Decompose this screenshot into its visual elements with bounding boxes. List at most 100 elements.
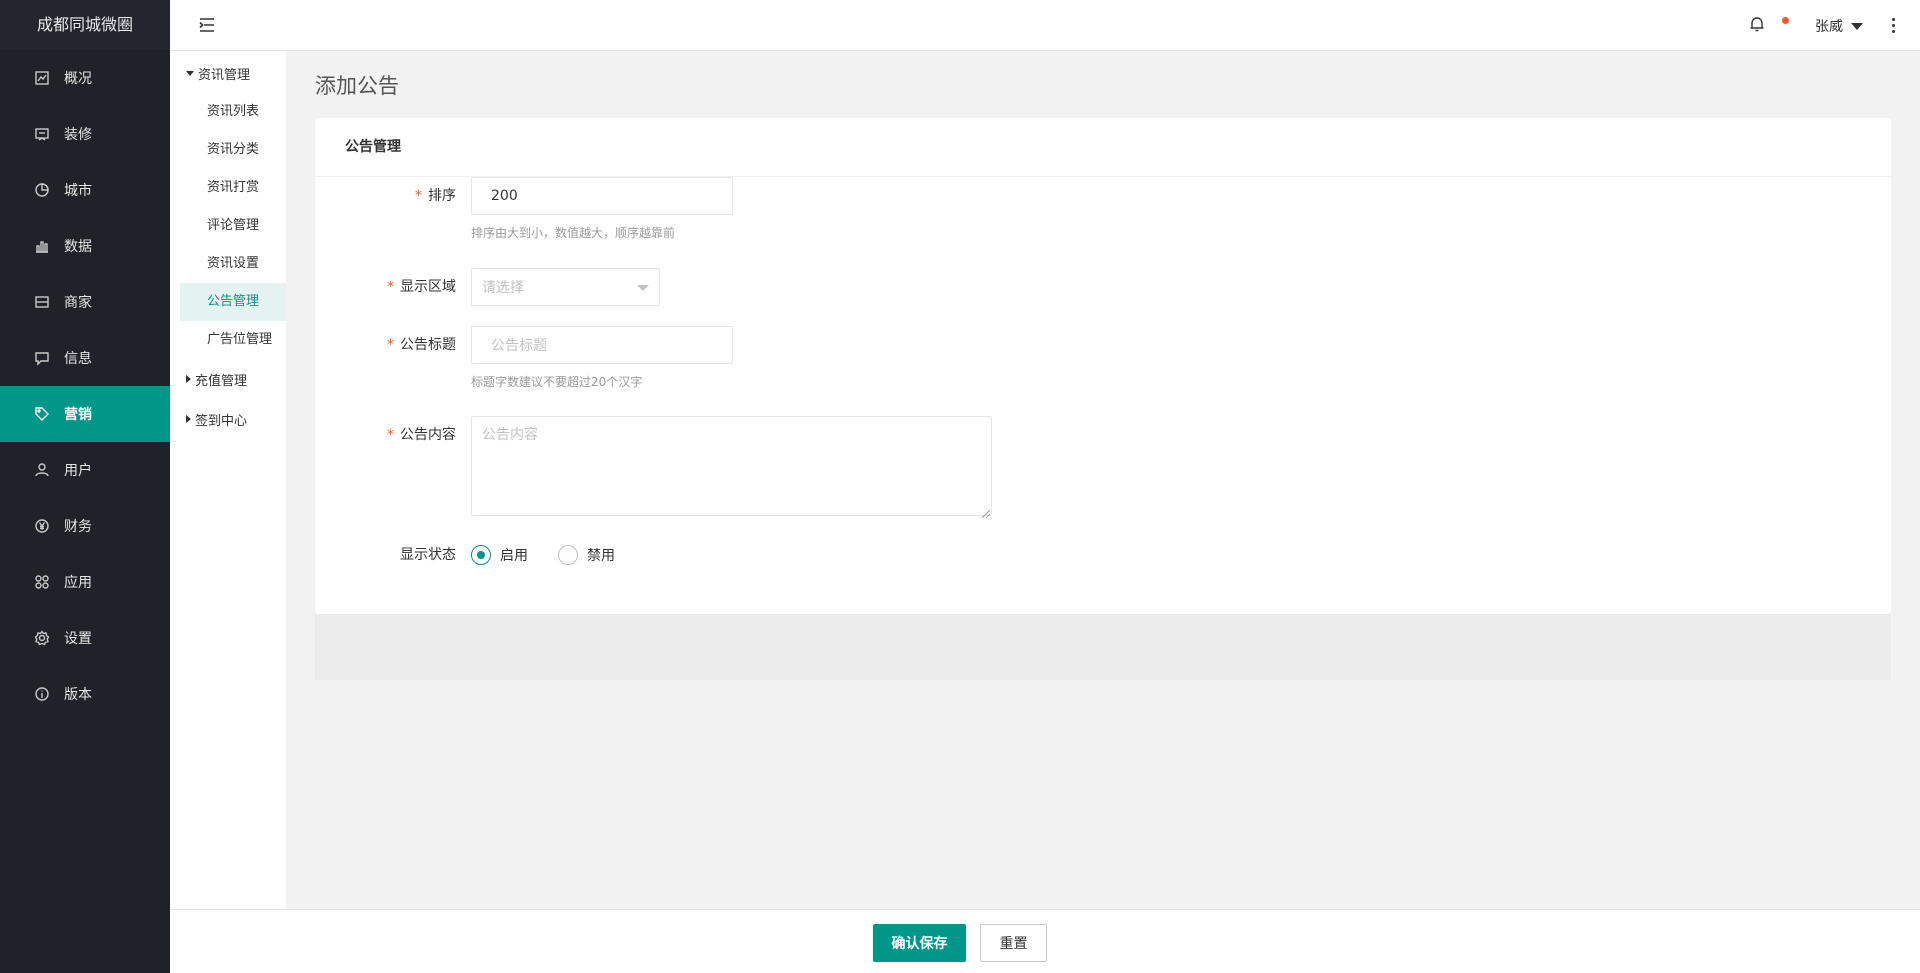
- subnav-item-ad-slots[interactable]: 广告位管理: [180, 321, 286, 359]
- status-radio-enabled[interactable]: 启用: [471, 545, 528, 565]
- title-hint: 标题字数建议不要超过20个汉字: [471, 375, 643, 389]
- subnav-item-news-list[interactable]: 资讯列表: [180, 93, 286, 131]
- required-mark: *: [387, 337, 394, 353]
- main-sidebar: 成都同城微圈 概况 装修 城市 数据 商家 信息 营销 用户 财务 应用 设置 …: [0, 0, 170, 973]
- yen-icon: [34, 518, 50, 534]
- status-row: 显示状态 启用 禁用: [315, 536, 645, 574]
- sidebar-item-label: 用户: [64, 463, 92, 479]
- caret-down-icon: [186, 70, 194, 76]
- apps-icon: [34, 574, 50, 590]
- page-title: 添加公告: [315, 74, 399, 98]
- content-band: [315, 614, 1891, 680]
- user-menu[interactable]: 张威: [1815, 16, 1863, 36]
- more-vertical-icon[interactable]: [1887, 15, 1899, 35]
- overview-icon: [34, 70, 50, 86]
- sidebar-item-label: 概况: [64, 71, 92, 87]
- subnav-item-news-category[interactable]: 资讯分类: [180, 131, 286, 169]
- notification-dot: [1782, 17, 1789, 24]
- caret-right-icon: [186, 375, 191, 383]
- chevron-down-icon: [637, 285, 649, 291]
- sidebar-item-apps[interactable]: 应用: [0, 554, 170, 610]
- sidebar-item-label: 版本: [64, 687, 92, 703]
- sidebar-item-user[interactable]: 用户: [0, 442, 170, 498]
- area-select[interactable]: 请选择: [471, 268, 660, 306]
- save-button[interactable]: 确认保存: [873, 924, 966, 962]
- subnav-group-recharge[interactable]: 充值管理: [170, 359, 286, 399]
- radio-label: 禁用: [587, 548, 615, 564]
- sidebar-item-label: 营销: [64, 407, 92, 423]
- title-input[interactable]: 公告标题: [471, 326, 733, 364]
- subnav-item-news-settings[interactable]: 资讯设置: [180, 245, 286, 283]
- title-row: * 公告标题 公告标题 标题字数建议不要超过20个汉字: [315, 326, 733, 390]
- content-row: * 公告内容 公告内容: [315, 416, 992, 519]
- menu-toggle-icon[interactable]: [198, 16, 216, 34]
- sort-label: * 排序: [415, 188, 456, 204]
- gear-icon: [34, 630, 50, 646]
- sidebar-item-label: 商家: [64, 295, 92, 311]
- info-icon: [34, 686, 50, 702]
- content-placeholder: 公告内容: [482, 427, 538, 443]
- radio-checked-icon: [471, 545, 491, 565]
- subnav-group-checkin[interactable]: 签到中心: [170, 399, 286, 439]
- sort-input[interactable]: 200: [471, 177, 733, 215]
- status-radio-disabled[interactable]: 禁用: [558, 545, 615, 565]
- area-select-placeholder: 请选择: [482, 280, 524, 296]
- sidebar-item-label: 城市: [64, 183, 92, 199]
- required-mark: *: [415, 188, 422, 204]
- area-label: * 显示区域: [387, 279, 456, 295]
- footer-bar: 确认保存 重置: [170, 909, 1920, 973]
- radio-unchecked-icon: [558, 545, 578, 565]
- caret-right-icon: [186, 415, 191, 423]
- subnav-item-announcements[interactable]: 公告管理: [180, 283, 286, 321]
- store-icon: [34, 294, 50, 310]
- form-card: 公告管理 * 排序 200 排序由大到小，数值越大，顺序越靠前 * 显示区域 请选择…: [315, 118, 1891, 614]
- subnav-group-label: 签到中心: [195, 413, 248, 429]
- sidebar-item-label: 设置: [64, 631, 92, 647]
- bell-icon[interactable]: [1748, 15, 1768, 35]
- content-textarea[interactable]: 公告内容: [471, 416, 992, 519]
- app-brand: 成都同城微圈: [0, 0, 170, 50]
- sidebar-item-decorate[interactable]: 装修: [0, 106, 170, 162]
- city-icon: [34, 182, 50, 198]
- subnav-item-news-reward[interactable]: 资讯打赏: [180, 169, 286, 207]
- sidebar-item-overview[interactable]: 概况: [0, 50, 170, 106]
- sidebar-item-label: 数据: [64, 239, 92, 255]
- subnav-item-comments[interactable]: 评论管理: [180, 207, 286, 245]
- resize-handle-icon[interactable]: [981, 506, 991, 519]
- required-mark: *: [387, 279, 394, 295]
- sidebar-item-label: 财务: [64, 519, 92, 535]
- sidebar-item-label: 装修: [64, 127, 92, 143]
- caret-down-icon: [1851, 22, 1863, 30]
- sidebar-item-settings[interactable]: 设置: [0, 610, 170, 666]
- sort-row: * 排序 200 排序由大到小，数值越大，顺序越靠前: [315, 177, 733, 241]
- user-name: 张威: [1815, 19, 1843, 35]
- chart-icon: [34, 238, 50, 254]
- sidebar-item-city[interactable]: 城市: [0, 162, 170, 218]
- reset-button[interactable]: 重置: [980, 924, 1047, 962]
- required-mark: *: [387, 427, 394, 443]
- subnav-group-label: 充值管理: [195, 373, 248, 389]
- status-label: 显示状态: [400, 547, 456, 563]
- sidebar-item-label: 信息: [64, 351, 92, 367]
- top-header: 张威: [170, 0, 1920, 51]
- subnav-group-news[interactable]: 资讯管理: [170, 53, 286, 93]
- card-title: 公告管理: [315, 118, 1891, 177]
- sidebar-item-data[interactable]: 数据: [0, 218, 170, 274]
- decorate-icon: [34, 126, 50, 142]
- subnav-group-label: 资讯管理: [198, 67, 251, 83]
- sidebar-item-label: 应用: [64, 575, 92, 591]
- content-label: * 公告内容: [387, 427, 456, 443]
- message-icon: [34, 350, 50, 366]
- sidebar-item-message[interactable]: 信息: [0, 330, 170, 386]
- secondary-nav: 资讯管理 资讯列表 资讯分类 资讯打赏 评论管理 资讯设置 公告管理 广告位管理…: [170, 51, 286, 973]
- sidebar-item-version[interactable]: 版本: [0, 666, 170, 722]
- sidebar-item-store[interactable]: 商家: [0, 274, 170, 330]
- user-icon: [34, 462, 50, 478]
- tag-icon: [34, 406, 50, 422]
- sort-hint: 排序由大到小，数值越大，顺序越靠前: [471, 226, 676, 240]
- title-label: * 公告标题: [387, 337, 456, 353]
- sidebar-item-finance[interactable]: 财务: [0, 498, 170, 554]
- area-row: * 显示区域 请选择: [315, 268, 660, 306]
- sidebar-item-marketing[interactable]: 营销: [0, 386, 170, 442]
- radio-label: 启用: [500, 548, 528, 564]
